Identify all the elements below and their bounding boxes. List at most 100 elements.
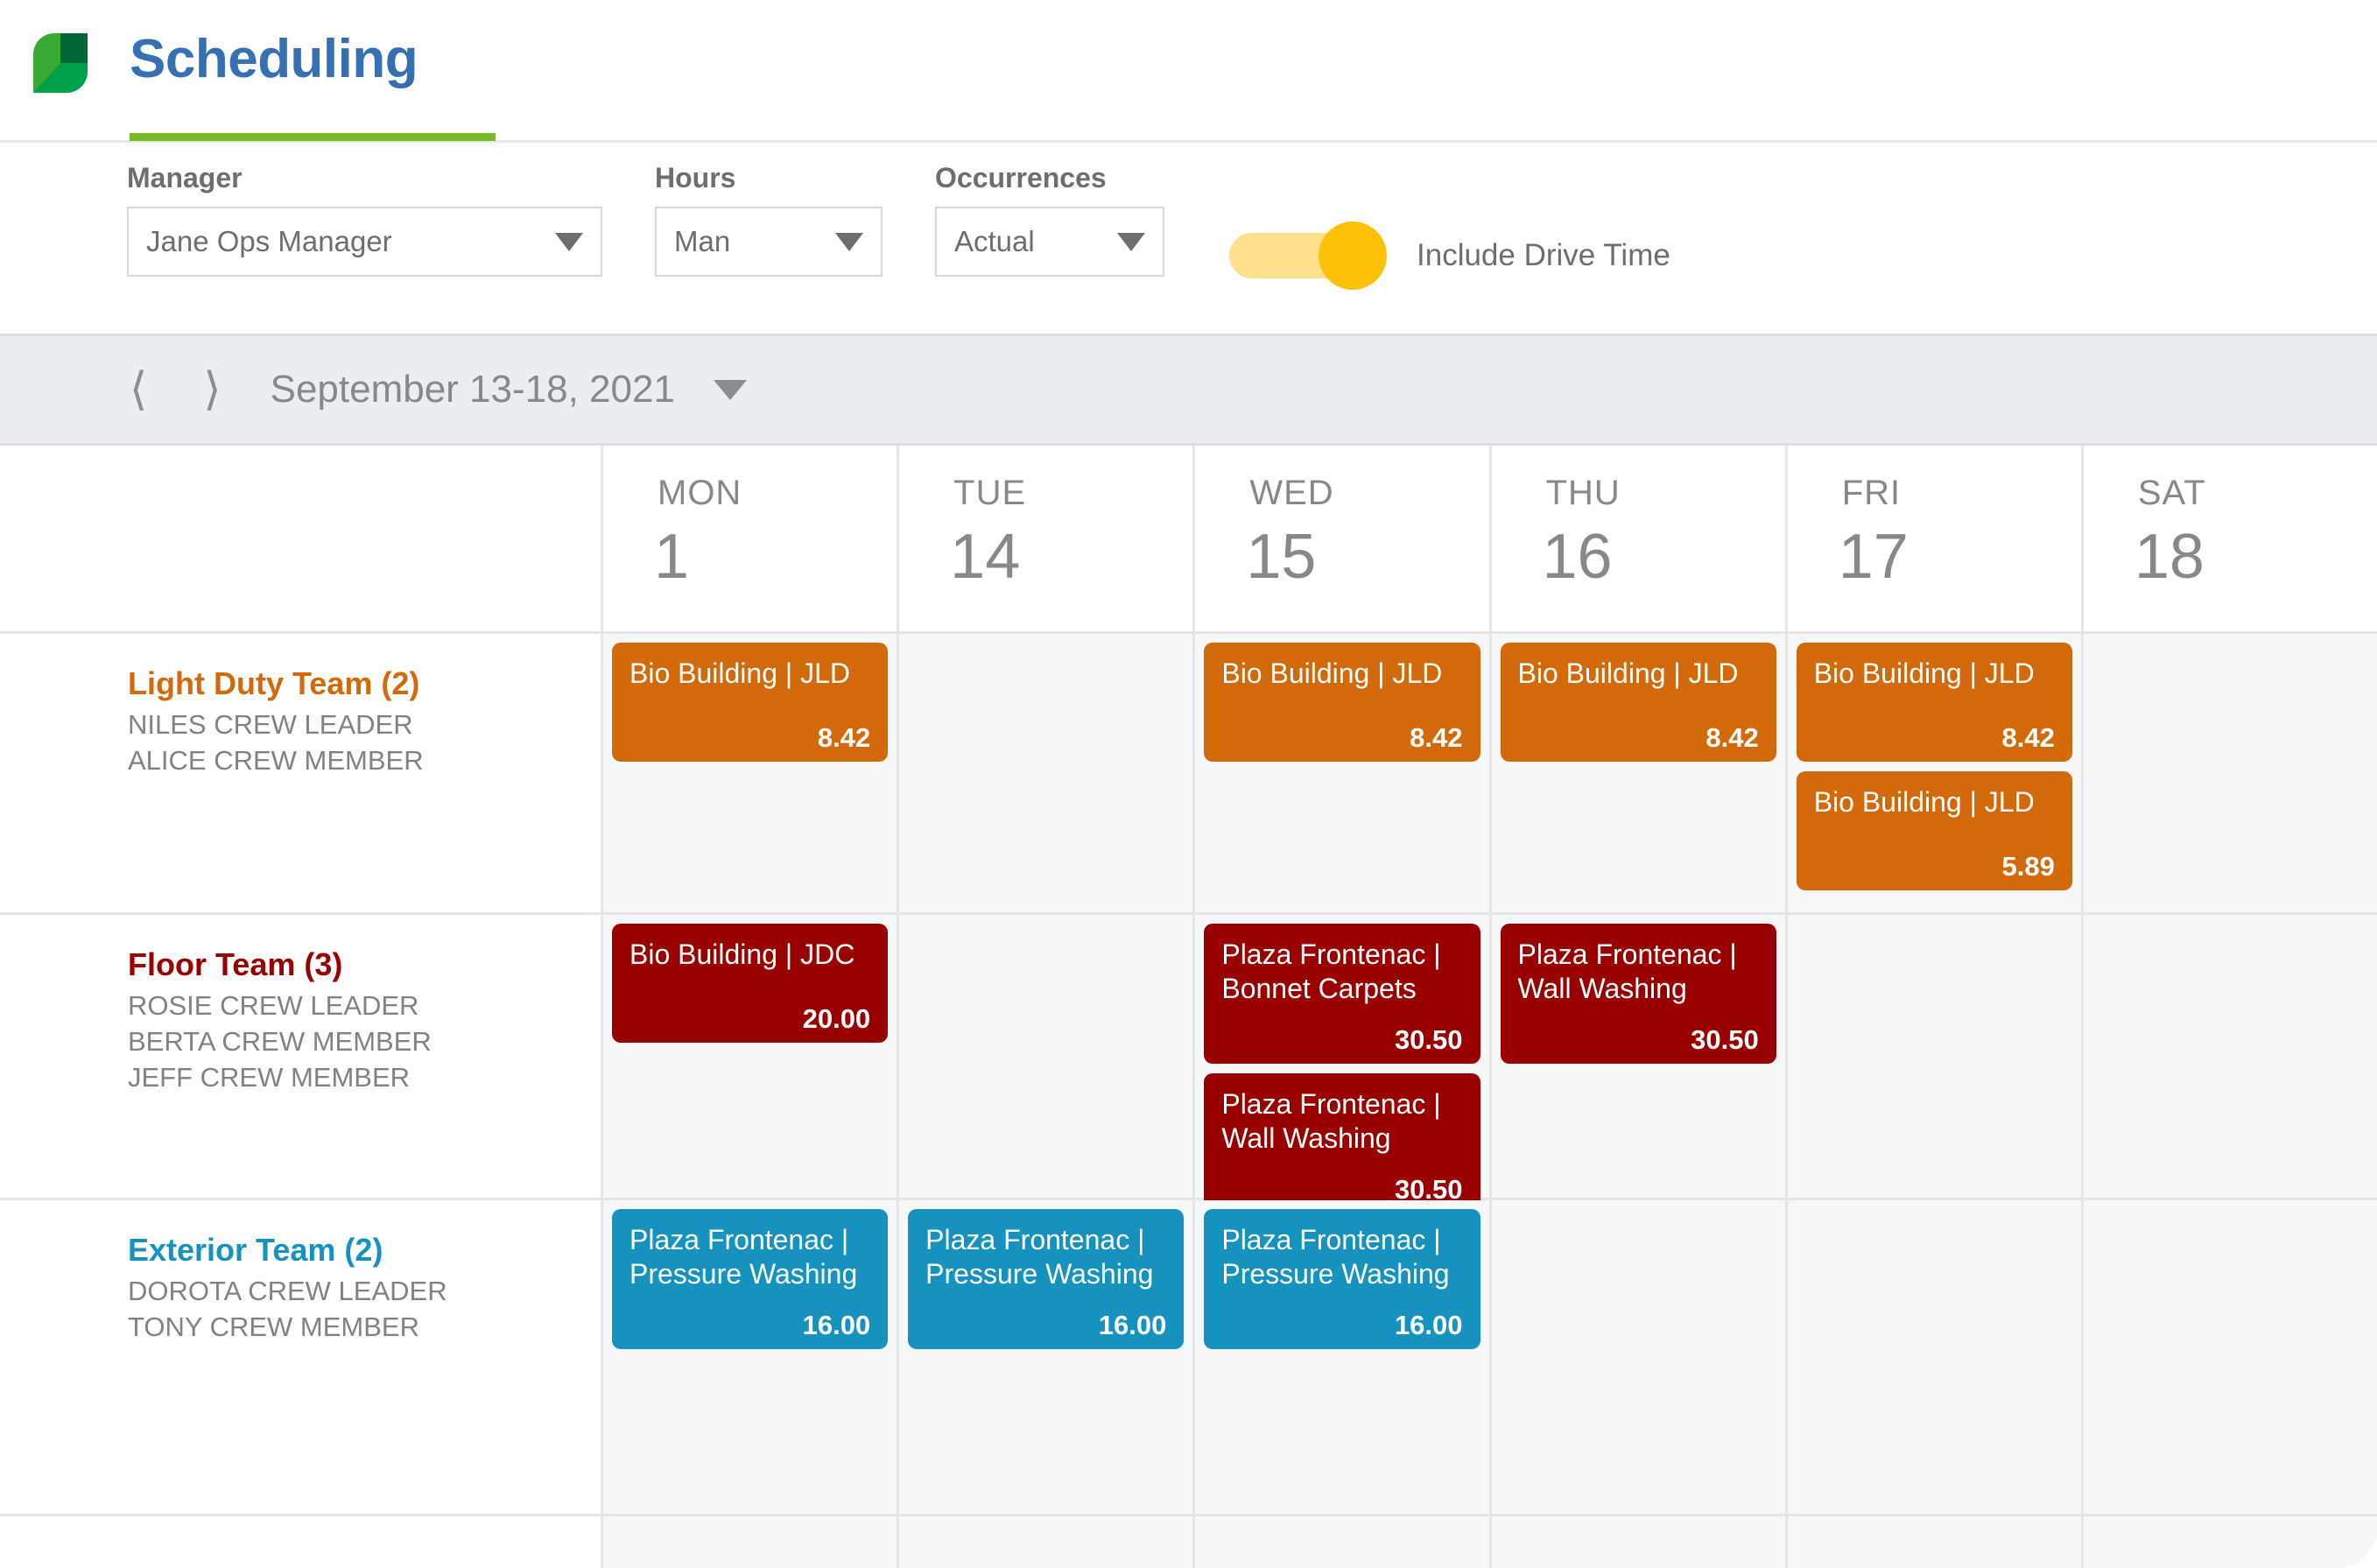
schedule-cell-light-duty-team-2-thu[interactable]: Bio Building | JLD 8.42 [1488,634,1785,912]
event-title: Plaza Frontenac | Bonnet Carpets [1221,939,1441,1005]
day-name-label: THU [1545,474,1621,512]
team-name-label: Floor Team (3) [128,946,343,982]
team-info-cell[interactable]: Floor Team (3) ROSIE CREW LEADER BERTA CRE… [0,915,601,1198]
team-member-label: BERTA CREW MEMBER [128,1025,432,1057]
chevron-down-icon [835,232,863,251]
team-info-cell[interactable]: Exterior Team (2) DOROTA CREW LEADER TONY … [0,1200,601,1514]
chevron-right-icon[interactable]: ⟩ [191,362,233,418]
schedule-event-card[interactable]: Plaza Frontenac | Pressure Washing 16.00 [908,1209,1185,1349]
team-member-label: ROSIE CREW LEADER [128,990,419,1021]
day-header-fri[interactable]: FRI 17 [1784,446,2081,631]
event-title: Bio Building | JLD [1517,657,1739,689]
team-member-label: DOROTA CREW LEADER [128,1276,447,1306]
day-name-label: MON [658,474,742,512]
day-header-mon[interactable]: MON 1 [601,446,897,631]
occurrences-label: Occurrences [935,162,1107,193]
event-hours: 8.42 [817,722,871,753]
filter-toolbar: Manager Jane Ops Manager Hours Man Occur… [0,143,2377,334]
occurrences-filter: Occurrences Actual [935,162,1164,277]
hours-select[interactable]: Man [655,207,883,277]
schedule-cell-light-duty-team-2-wed[interactable]: Bio Building | JLD 8.42 [1192,634,1489,912]
hours-selected-value: Man [674,225,731,257]
team-name-label: Exterior Team (2) [128,1232,383,1268]
schedule-event-card[interactable]: Bio Building | JDC 20.00 [612,924,889,1043]
event-title: Bio Building | JLD [1221,657,1443,689]
schedule-event-card[interactable]: Bio Building | JLD 8.42 [1500,643,1776,762]
date-range-label[interactable]: September 13-18, 2021 [271,368,675,411]
chevron-down-icon [1117,232,1145,251]
schedule-cell-floor-team-3-sat[interactable] [2080,915,2377,1198]
include-drive-time-toggle[interactable] [1229,221,1387,290]
schedule-cell-exterior-team-2-thu[interactable] [1488,1200,1785,1514]
schedule-cell-light-duty-team-2-fri[interactable]: Bio Building | JLD 8.42 Bio Building | JLD… [1784,634,2081,912]
manager-select[interactable]: Jane Ops Manager [127,207,602,277]
event-hours: 8.42 [1410,722,1463,753]
team-info-cell-empty [0,1516,601,1568]
calendar-partial-row [0,1516,2377,1568]
schedule-cell-exterior-team-2-wed[interactable]: Plaza Frontenac | Pressure Washing 16.00 [1192,1200,1489,1514]
day-header-thu[interactable]: THU 16 [1488,446,1785,631]
schedule-event-card[interactable]: Plaza Frontenac | Wall Washing 30.50 [1500,924,1776,1064]
occurrences-select[interactable]: Actual [935,207,1164,277]
schedule-event-card[interactable]: Bio Building | JLD 8.42 [1204,643,1480,762]
day-number-label: 14 [950,522,1021,592]
schedule-event-card[interactable]: Bio Building | JLD 5.89 [1796,771,2072,890]
schedule-cell-exterior-team-2-fri[interactable] [1784,1200,2081,1514]
schedule-cell-empty-tue[interactable] [897,1516,1193,1568]
schedule-event-card[interactable]: Plaza Frontenac | Pressure Washing 16.00 [612,1209,889,1349]
manager-label: Manager [127,162,243,193]
schedule-cell-floor-team-3-fri[interactable] [1784,915,2081,1198]
schedule-event-card[interactable]: Plaza Frontenac | Wall Washing 30.50 [1204,1073,1480,1213]
hours-filter: Hours Man [655,162,883,277]
calendar-header-row: MON 1 TUE 14 WED 15 THU 16 FRI 17 SAT 18 [0,446,2377,634]
schedule-cell-empty-mon[interactable] [601,1516,897,1568]
schedule-cell-exterior-team-2-sat[interactable] [2080,1200,2377,1514]
day-header-wed[interactable]: WED 15 [1192,446,1489,631]
team-member-label: TONY CREW MEMBER [128,1311,419,1342]
schedule-cell-exterior-team-2-tue[interactable]: Plaza Frontenac | Pressure Washing 16.00 [897,1200,1193,1514]
schedule-cell-light-duty-team-2-tue[interactable] [897,634,1193,912]
schedule-cell-empty-fri[interactable] [1784,1516,2081,1568]
event-hours: 8.42 [1705,722,1759,753]
schedule-event-card[interactable]: Plaza Frontenac | Pressure Washing 16.00 [1204,1209,1480,1349]
day-number-label: 15 [1246,522,1317,592]
schedule-event-card[interactable]: Bio Building | JLD 8.42 [1796,643,2072,762]
date-navigation-bar: ⟨ ⟩ September 13-18, 2021 [0,334,2377,446]
day-name-label: SAT [2137,474,2206,512]
schedule-event-card[interactable]: Bio Building | JLD 8.42 [612,643,889,762]
team-info-cell[interactable]: Light Duty Team (2) NILES CREW LEADER ALIC… [0,634,601,912]
schedule-cell-exterior-team-2-mon[interactable]: Plaza Frontenac | Pressure Washing 16.00 [601,1200,897,1514]
event-title: Plaza Frontenac | Wall Washing [1221,1088,1441,1155]
event-hours: 5.89 [2001,851,2055,882]
scheduling-app: Scheduling Manager Jane Ops Manager Hour… [0,0,2377,1568]
team-row-light-duty-team-2: Light Duty Team (2) NILES CREW LEADER ALIC… [0,634,2377,915]
day-header-tue[interactable]: TUE 14 [897,446,1193,631]
schedule-cell-floor-team-3-wed[interactable]: Plaza Frontenac | Bonnet Carpets 30.50 Pla… [1192,915,1489,1213]
schedule-event-card[interactable]: Plaza Frontenac | Bonnet Carpets 30.50 [1204,924,1480,1064]
schedule-calendar: MON 1 TUE 14 WED 15 THU 16 FRI 17 SAT 18 Light Duty … [0,446,2377,1568]
schedule-cell-floor-team-3-thu[interactable]: Plaza Frontenac | Wall Washing 30.50 [1488,915,1785,1198]
day-header-sat[interactable]: SAT 18 [2080,446,2377,631]
day-name-label: TUE [953,474,1027,512]
team-name-label: Light Duty Team (2) [128,665,420,701]
event-title: Plaza Frontenac | Wall Washing [1517,939,1737,1005]
event-hours: 30.50 [1394,1024,1463,1055]
schedule-cell-empty-wed[interactable] [1192,1516,1489,1568]
schedule-cell-empty-thu[interactable] [1488,1516,1785,1568]
event-hours: 20.00 [802,1003,871,1034]
event-hours: 8.42 [2001,722,2055,753]
event-hours: 16.00 [1098,1310,1167,1340]
include-drive-time-label: Include Drive Time [1417,238,1670,272]
team-row-floor-team-3: Floor Team (3) ROSIE CREW LEADER BERTA CRE… [0,915,2377,1213]
caret-down-icon[interactable] [713,379,747,400]
occurrences-selected-value: Actual [954,225,1035,257]
schedule-cell-light-duty-team-2-mon[interactable]: Bio Building | JLD 8.42 [601,634,897,912]
chevron-left-icon[interactable]: ⟨ [117,362,159,418]
schedule-cell-empty-sat[interactable] [2080,1516,2377,1568]
schedule-cell-floor-team-3-tue[interactable] [897,915,1193,1198]
event-hours: 30.50 [1691,1024,1759,1055]
app-titlebar: Scheduling [0,0,2377,143]
schedule-cell-light-duty-team-2-sat[interactable] [2080,634,2377,912]
team-row-exterior-team-2: Exterior Team (2) DOROTA CREW LEADER TONY … [0,1200,2377,1516]
schedule-cell-floor-team-3-mon[interactable]: Bio Building | JDC 20.00 [601,915,897,1198]
